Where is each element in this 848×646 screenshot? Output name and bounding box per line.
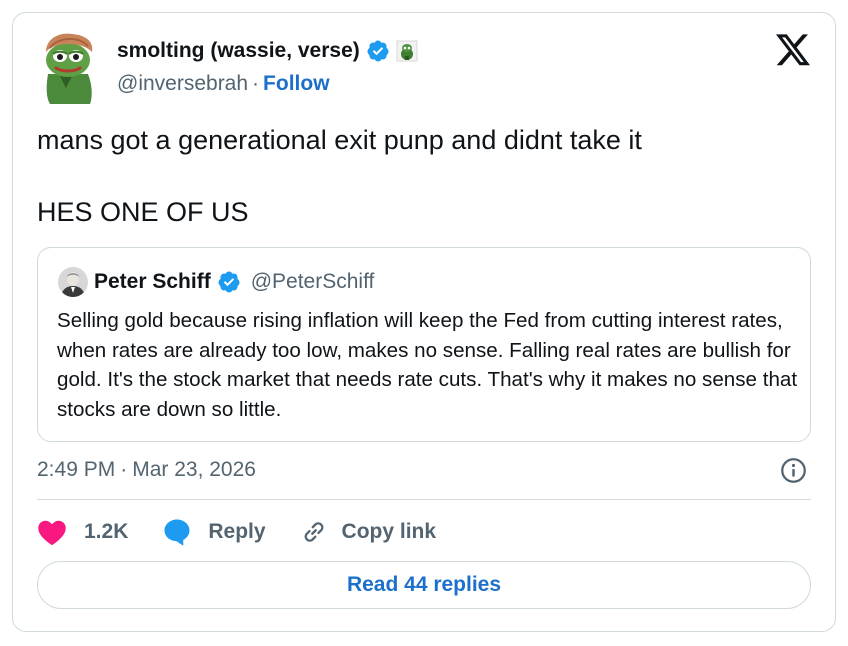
author-avatar[interactable] [38, 30, 100, 104]
author-name-row[interactable]: smolting (wassie, verse) [117, 38, 418, 64]
heart-icon [38, 520, 66, 546]
quoted-header: Peter Schiff @PeterSchiff [94, 268, 374, 295]
info-icon[interactable] [780, 457, 807, 484]
author-handle[interactable]: @inversebrah [117, 72, 248, 95]
like-button[interactable]: 1.2K [37, 518, 128, 546]
divider [37, 499, 811, 500]
verified-badge-icon [367, 40, 389, 62]
speech-bubble-icon [164, 519, 190, 546]
tweet-time[interactable]: 2:49 PM [37, 458, 115, 481]
flair-emoji-icon [396, 40, 418, 62]
reply-label: Reply [208, 520, 266, 543]
copy-link-label: Copy link [341, 520, 437, 543]
link-icon [304, 522, 323, 542]
handle-separator: · [252, 72, 260, 95]
tweet-timestamp[interactable]: 2:49 PM · Mar 23, 2026 [37, 456, 256, 484]
follow-link[interactable]: Follow [263, 72, 330, 95]
read-replies-button[interactable]: Read 44 replies [37, 561, 811, 609]
action-bar: 1.2K Reply Copy link [37, 514, 436, 550]
author-name[interactable]: smolting (wassie, verse) [117, 38, 360, 64]
copy-link-button[interactable]: Copy link [300, 518, 437, 546]
x-logo-icon[interactable] [776, 34, 810, 66]
tweet-date[interactable]: Mar 23, 2026 [132, 458, 256, 481]
quoted-author-name: Peter Schiff [94, 270, 211, 293]
tweet-text-line: mans got a generational exit punp and di… [37, 125, 642, 155]
tweet-text-line: HES ONE OF US [37, 197, 249, 227]
quoted-text: Selling gold because rising inflation wi… [57, 309, 798, 421]
quoted-author-avatar [58, 267, 88, 297]
tweet-text: mans got a generational exit punp and di… [37, 124, 797, 229]
quoted-tweet[interactable]: Peter Schiff @PeterSchiff Selling gold b… [37, 247, 811, 442]
like-count: 1.2K [84, 520, 129, 543]
timestamp-separator: · [120, 458, 128, 481]
author-handle-row: @inversebrah · Follow [117, 71, 330, 97]
reply-button[interactable]: Reply [162, 517, 266, 547]
quoted-author-handle: @PeterSchiff [250, 270, 375, 293]
verified-badge-icon [218, 271, 240, 292]
